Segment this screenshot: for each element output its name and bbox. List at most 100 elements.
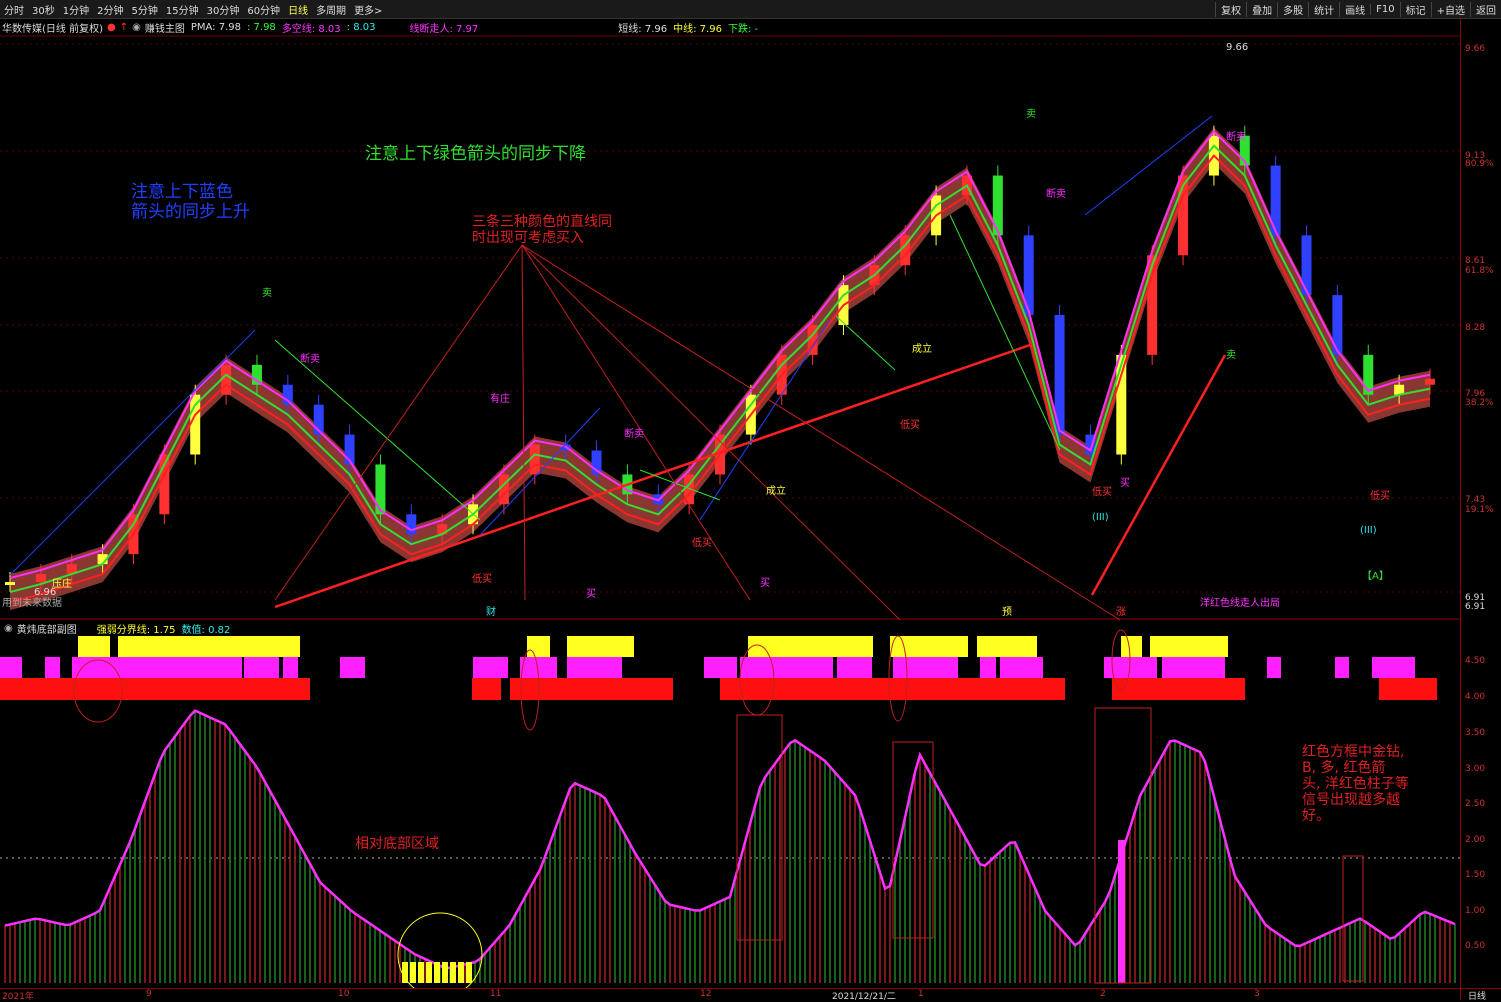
signal-bar	[45, 657, 60, 678]
bottom-yellow-bar	[434, 962, 440, 983]
bottom-yellow-bar	[450, 962, 456, 983]
candle-body	[498, 474, 509, 505]
signal-bar	[1379, 678, 1437, 700]
chart-signal-label: 低买	[1370, 489, 1390, 502]
candle-body	[1116, 354, 1127, 455]
signal-bar	[340, 657, 365, 678]
chart-signal-label: 断卖	[1226, 130, 1246, 143]
time-axis-label: 12	[700, 989, 712, 999]
future-data-note: 用到未来数据	[2, 598, 62, 609]
chart-signal-label: 买	[586, 588, 596, 600]
sub-axis-label: 4.50	[1465, 656, 1486, 666]
sub-axis-label: 3.50	[1465, 728, 1486, 738]
signal-bar	[244, 657, 279, 678]
bottom-yellow-bar	[466, 962, 472, 983]
chart-signal-label: 断卖	[1046, 187, 1066, 200]
candle-body	[375, 464, 386, 515]
price-axis-label: 6.91	[1465, 602, 1486, 612]
price-axis-label: 61.8%	[1465, 266, 1494, 276]
price-axis-label: 9.66	[1465, 44, 1486, 54]
candle-body	[1147, 255, 1158, 355]
sub-axis-label: 2.00	[1465, 835, 1486, 845]
time-axis-label: 2021年	[2, 992, 34, 1002]
exit-note: 洋红色线走人出局	[1200, 598, 1280, 609]
chart-signal-label: 成立	[912, 342, 932, 355]
signal-bar	[1150, 636, 1228, 657]
chart-signal-label: 断卖	[624, 427, 644, 440]
sub-axis-label: 3.00	[1465, 764, 1486, 774]
signal-bar	[893, 657, 958, 678]
time-axis-label: 1	[918, 989, 924, 999]
signal-bar	[704, 657, 737, 678]
price-axis-label: 38.2%	[1465, 398, 1494, 408]
chart-signal-label: 【A】	[1362, 570, 1389, 582]
signal-bar	[472, 678, 501, 700]
signal-bar	[1000, 657, 1043, 678]
time-axis-label: 10	[338, 989, 350, 999]
bottom-yellow-bar	[442, 962, 448, 983]
sub-axis-label: 2.50	[1465, 799, 1486, 809]
red-trend-line	[274, 343, 1031, 609]
bottom-yellow-bar	[410, 962, 416, 983]
blue-arrow-note: 注意上下蓝色 箭头的同步上升	[131, 182, 250, 222]
chart-signal-label: 买	[760, 577, 770, 589]
signal-bar	[473, 657, 508, 678]
chart-signal-label: 低买	[900, 418, 920, 431]
signal-bar	[1267, 657, 1281, 678]
sub-axis-label: 0.50	[1465, 941, 1486, 951]
chart-signal-label: 财	[486, 605, 496, 618]
green-arrow-note: 注意上下绿色箭头的同步下降	[365, 144, 586, 164]
low-price-label: 6.96	[34, 587, 57, 598]
chart-signal-label: 低买	[472, 572, 492, 585]
top-price-label: 9.66	[1226, 42, 1249, 53]
time-axis-label: 3	[1254, 989, 1260, 999]
signal-bar	[1121, 636, 1142, 657]
signal-bar	[0, 678, 310, 700]
time-axis: 2021年 9 10 11 12 2021/12/21/二 1 2 3 日线	[0, 988, 1501, 1002]
chart-signal-label: (III)	[1360, 525, 1377, 536]
chart-signal-label: 涨	[1116, 606, 1126, 618]
chart-signal-label: 断卖	[300, 352, 320, 365]
red-pointer-line	[521, 244, 526, 601]
chart-signal-label: 低买	[1092, 485, 1112, 498]
bottom-yellow-bar	[402, 962, 408, 983]
signal-bar	[283, 657, 298, 678]
signal-bar	[527, 636, 550, 657]
price-axis-label: 8.28	[1465, 323, 1486, 333]
price-axis: 9.66 9.13 80.9% 8.61 61.8% 8.28 7.96 38.2% 7.43 1…	[1460, 18, 1501, 1000]
signal-bar	[1335, 657, 1349, 678]
signal-bar	[118, 636, 300, 657]
price-axis-label: 8.61	[1465, 256, 1486, 266]
bottom-yellow-bar	[418, 962, 424, 983]
price-axis-label: 19.1%	[1465, 505, 1494, 515]
signal-bar	[0, 657, 22, 678]
signal-bar	[1162, 657, 1225, 678]
chart-signal-label: 预	[1002, 606, 1012, 618]
time-axis-label: 9	[146, 989, 152, 999]
chart-signal-label: 卖	[1026, 108, 1036, 120]
tool-button-8[interactable]: 返回	[1470, 1, 1501, 17]
candle-body	[35, 574, 46, 583]
candle-body	[5, 582, 15, 586]
chart-canvas[interactable]: 卖卖卖断卖断卖断卖断卖低买低买低买低买 低买有庄成立成立压庄财预涨【A】(III)…	[0, 0, 1460, 988]
price-axis-label: 80.9%	[1465, 159, 1494, 169]
time-axis-label: 2	[1100, 989, 1106, 999]
chart-signal-label: 成立	[766, 484, 786, 497]
green-arrow-line	[835, 315, 896, 371]
time-axis-label: 日线	[1468, 992, 1487, 1002]
signal-bar	[977, 636, 1037, 657]
time-axis-label: 2021/12/21/二	[832, 992, 896, 1002]
chart-signal-label: (III)	[1092, 512, 1109, 523]
magenta-pillar	[1118, 840, 1125, 983]
time-axis-label: 11	[490, 989, 502, 999]
candle-body	[529, 444, 540, 475]
bottom-yellow-bar	[426, 962, 432, 983]
signal-bar	[78, 636, 110, 657]
chart-signal-label: 有庄	[490, 392, 510, 405]
candle-body	[221, 364, 232, 395]
signal-note: 红色方框中金钻, B, 多, 红色箭 头, 洋红色柱子等 信号出现越多越 好。	[1302, 744, 1409, 825]
chart-signal-label: 卖	[262, 287, 272, 299]
signal-bar	[510, 678, 673, 700]
sub-axis-label: 1.00	[1465, 906, 1486, 916]
signal-bar	[837, 657, 872, 678]
